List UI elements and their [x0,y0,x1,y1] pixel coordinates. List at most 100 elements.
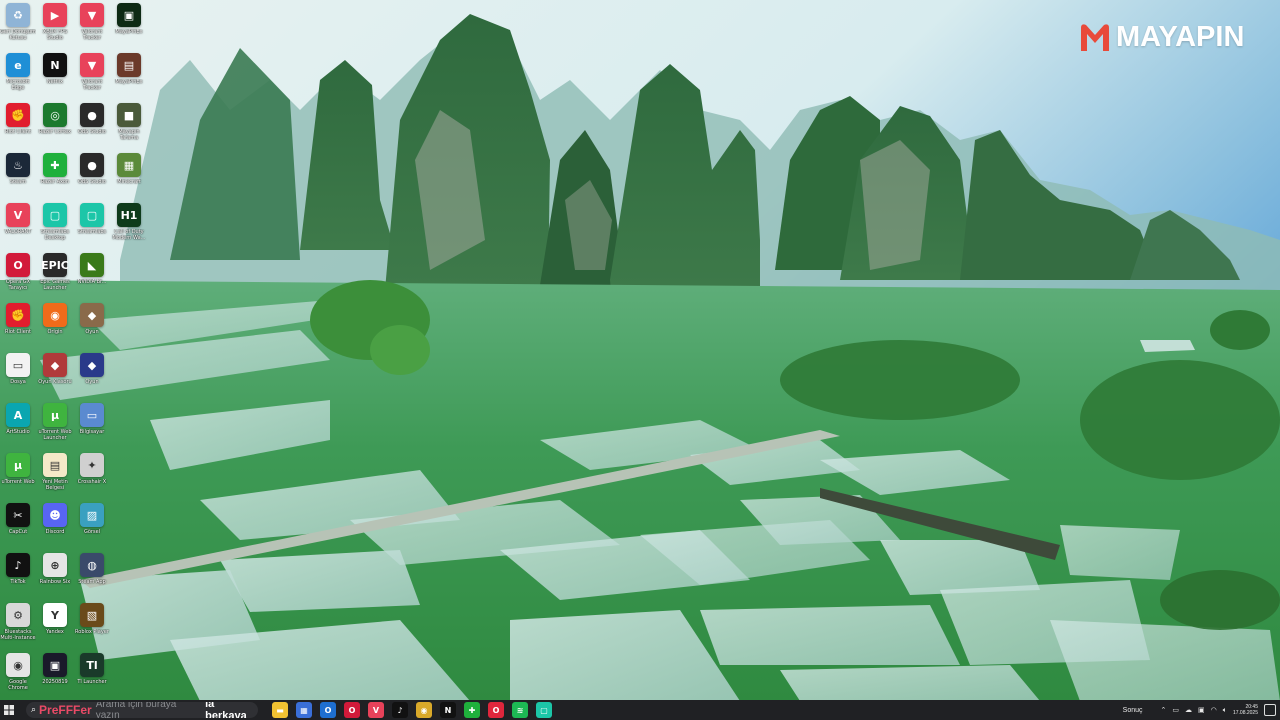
razer-axon-icon: ✚ [43,153,67,177]
desktop-shortcut[interactable]: ▼ Valorant Tracker [74,1,110,51]
outlook-icon[interactable]: O [320,702,336,718]
cloud-icon[interactable]: ☁ [1185,706,1192,714]
desktop-shortcut[interactable]: ■ Mayapin Tarama [111,101,147,151]
calendar-app-icon[interactable]: ▦ [296,702,312,718]
desktop-shortcut-label: VALORANT [4,229,32,235]
start-button[interactable] [0,700,18,720]
desktop-shortcut[interactable]: ● OBS Studio [74,101,110,151]
desktop-shortcut-label: Riot Client [5,329,31,335]
desktop-shortcut[interactable]: ✂ CapCut [0,501,36,551]
clock-date: 17.08.2025 [1232,710,1258,716]
desktop-shortcut[interactable]: ♻ Geri Dönüşüm Kutusu [0,1,36,51]
desktop-shortcut[interactable]: μ uTorrent Web Launcher [37,401,73,451]
desktop-icon-grid: ♻ Geri Dönüşüm Kutusu ▶ XBOX FPS Studio ▼ Val… [0,0,160,700]
taskbar-search-box[interactable]: ⌕ PreFFFer Arama için buraya yazın la be… [26,702,258,718]
razer-icon[interactable]: ✚ [464,702,480,718]
desktop-shortcut[interactable]: ☻ Discord [37,501,73,551]
desktop-shortcut[interactable]: ◆ Oyun Klasörü [37,351,73,401]
epic-games-icon: EPIC [41,253,69,277]
desktop-shortcut-label: Minecraft [117,179,141,185]
desktop-shortcut[interactable]: ✚ Razer Axon [37,151,73,201]
desktop-shortcut[interactable]: ▭ Dosya [0,351,36,401]
desktop-shortcut[interactable]: ▣ 20250819 [37,651,73,701]
desktop-shortcut[interactable]: ◍ Steam App [74,551,110,601]
taskbar-clock[interactable]: 20:45 17.08.2025 [1233,704,1258,716]
desktop-shortcut[interactable]: O Opera GX Tarayıcı [0,251,36,301]
rainbow-six-icon: ⊕ [43,553,67,577]
streamlabs-icon: ▢ [80,203,104,227]
chevron-up-icon[interactable]: ⌃ [1161,706,1167,714]
desktop-shortcut-label: Origin [47,329,63,335]
desktop-shortcut-label: Google Chrome [8,679,28,691]
desktop-shortcut[interactable]: ◉ Google Chrome [0,651,36,701]
desktop-shortcut[interactable]: μ uTorrent Web [0,451,36,501]
desktop-shortcut[interactable]: Y Yandex [37,601,73,651]
desktop-shortcut-label: Oyun [85,329,99,335]
blank-icon [117,353,141,377]
app-tray-icon[interactable]: ▣ [1198,706,1205,714]
tiktok-icon[interactable]: ♪ [392,702,408,718]
desktop-shortcut-label [111,579,147,592]
desktop-shortcut[interactable]: ▦ Minecraft [111,151,147,201]
valorant-icon[interactable]: V [368,702,384,718]
desktop-shortcut[interactable]: ▤ MayaPinEx [111,51,147,101]
desktop-shortcut[interactable]: ▼ Valorant Tracker [74,51,110,101]
desktop-shortcut[interactable]: ▢ Streamlabs Desktop [37,201,73,251]
desktop-shortcut [111,251,147,301]
desktop-shortcut[interactable]: ▤ Yeni Metin Belgesi [37,451,73,501]
desktop-shortcut[interactable]: ◆ Oyun [74,301,110,351]
network-icon[interactable]: ▭ [1172,706,1179,714]
desktop-shortcut[interactable]: N Netflix [37,51,73,101]
desktop-shortcut[interactable]: e Microsoft Edge [0,51,36,101]
streamlabs-icon[interactable]: ▢ [536,702,552,718]
desktop-shortcut[interactable]: ✊ Riot Client [0,101,36,151]
desktop-shortcut[interactable]: A ArtStudio [0,401,36,451]
desktop-shortcut[interactable]: ▶ XBOX FPS Studio [37,1,73,51]
windows-start-icon [4,705,14,715]
desktop-shortcut[interactable]: EPIC Epic Games Launcher [37,251,73,301]
file-icon: ▭ [6,353,30,377]
blank-icon [117,253,141,277]
desktop-shortcut[interactable]: ⊕ Rainbow Six [37,551,73,601]
desktop-shortcut[interactable]: Tl Tl Launcher [74,651,110,701]
spotify-icon[interactable]: ≋ [512,702,528,718]
opera-icon[interactable]: O [488,702,504,718]
image-icon: ▨ [80,503,104,527]
desktop-shortcut[interactable]: ▢ Streamlabs [74,201,110,251]
utorrent-icon: μ [6,453,30,477]
tiktok-icon: ♪ [6,553,30,577]
desktop-shortcut[interactable]: ◎ Razer Cortex [37,101,73,151]
desktop-shortcut-label: Yeni Metin Belgesi [42,479,68,491]
chrome-icon[interactable]: ◉ [416,702,432,718]
desktop-shortcut[interactable]: ◣ NVIDIA Br... [74,251,110,301]
desktop-shortcut[interactable]: ▧ Roblox Player [74,601,110,651]
desktop-shortcut[interactable]: ▭ Bilgisayar [74,401,110,451]
desktop-shortcut[interactable]: H1 Call of Duty Modern Wa... [111,201,147,251]
desktop-shortcut-label: Opera GX Tarayıcı [5,279,31,291]
search-trailing-text: la berkaya [205,702,247,718]
desktop-shortcut[interactable]: ▨ Görsel [74,501,110,551]
desktop-shortcut[interactable]: ✦ Crosshair X [74,451,110,501]
file-explorer-icon[interactable]: ▬ [272,702,288,718]
desktop-shortcut[interactable]: ✊ Riot Client [0,301,36,351]
volume-icon[interactable]: 🔈︎ [1223,706,1227,715]
valorant-tracker-icon: ▼ [80,3,104,27]
obs-studio-icon: ● [80,153,104,177]
weather-widget[interactable]: Sonuç [1123,707,1143,714]
mayapin-app-icon: ▣ [117,3,141,27]
desktop-shortcut[interactable]: ♪ TikTok [0,551,36,601]
desktop-shortcut-label: Görsel [83,529,101,535]
netflix-icon[interactable]: N [440,702,456,718]
desktop-shortcut[interactable]: ▣ MayaPinEx [111,1,147,51]
notification-center-icon[interactable] [1264,704,1276,716]
opera-gx-icon[interactable]: O [344,702,360,718]
desktop-shortcut[interactable]: ♨ Steam [0,151,36,201]
desktop-shortcut[interactable]: ◉ Origin [37,301,73,351]
desktop-shortcut[interactable]: V VALORANT [0,201,36,251]
discord-icon: ☻ [43,503,67,527]
desktop-shortcut[interactable]: ◆ Oyun [74,351,110,401]
desktop-shortcut[interactable]: ● OBS Studio [74,151,110,201]
wifi-icon[interactable]: ◠ [1211,706,1217,714]
desktop-shortcut[interactable]: ⚙ Bluestacks Multi-Instance [0,601,36,651]
desktop-shortcut-label: Crosshair X [77,479,107,485]
